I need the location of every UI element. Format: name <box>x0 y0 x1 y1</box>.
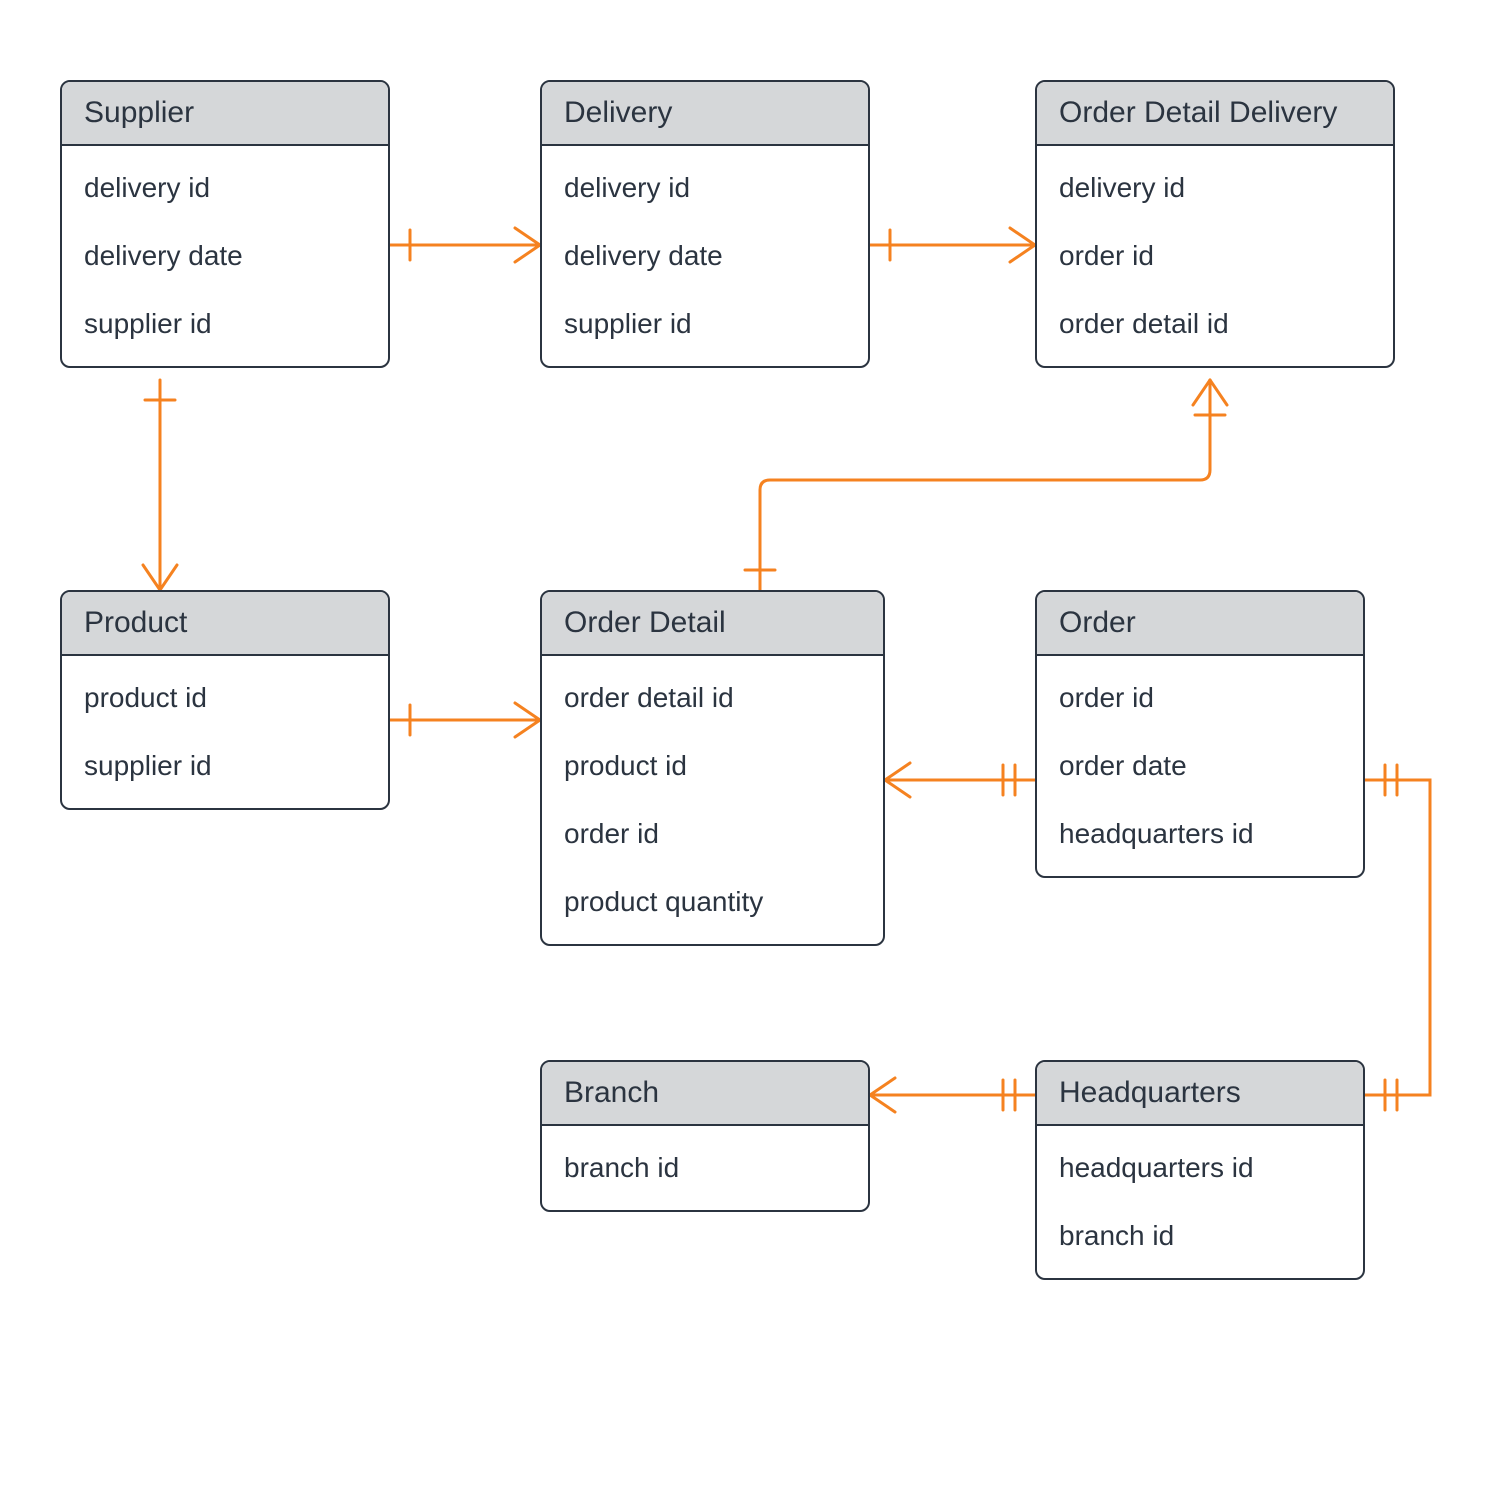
attribute: product quantity <box>542 868 883 936</box>
attribute: order id <box>1037 664 1363 732</box>
attribute: product id <box>542 732 883 800</box>
entity-title: Delivery <box>542 82 868 146</box>
entity-branch[interactable]: Branch branch id <box>540 1060 870 1212</box>
attribute: delivery date <box>542 222 868 290</box>
attribute: supplier id <box>62 290 388 358</box>
entity-title: Headquarters <box>1037 1062 1363 1126</box>
entity-body: delivery id order id order detail id <box>1037 146 1393 366</box>
attribute: order detail id <box>542 664 883 732</box>
attribute: headquarters id <box>1037 1134 1363 1202</box>
entity-body: delivery id delivery date supplier id <box>542 146 868 366</box>
entity-body: order detail id product id order id prod… <box>542 656 883 944</box>
er-diagram-canvas: Supplier delivery id delivery date suppl… <box>0 0 1500 1500</box>
entity-order[interactable]: Order order id order date headquarters i… <box>1035 590 1365 878</box>
attribute: supplier id <box>62 732 388 800</box>
attribute: order id <box>542 800 883 868</box>
entity-title: Product <box>62 592 388 656</box>
entity-order-detail[interactable]: Order Detail order detail id product id … <box>540 590 885 946</box>
entity-headquarters[interactable]: Headquarters headquarters id branch id <box>1035 1060 1365 1280</box>
attribute: supplier id <box>542 290 868 358</box>
entity-delivery[interactable]: Delivery delivery id delivery date suppl… <box>540 80 870 368</box>
entity-product[interactable]: Product product id supplier id <box>60 590 390 810</box>
attribute: delivery id <box>62 154 388 222</box>
entity-body: headquarters id branch id <box>1037 1126 1363 1278</box>
attribute: order id <box>1037 222 1393 290</box>
attribute: delivery id <box>1037 154 1393 222</box>
attribute: branch id <box>542 1134 868 1202</box>
entity-title: Order <box>1037 592 1363 656</box>
entity-title: Branch <box>542 1062 868 1126</box>
attribute: product id <box>62 664 388 732</box>
attribute: headquarters id <box>1037 800 1363 868</box>
entity-title: Supplier <box>62 82 388 146</box>
attribute: branch id <box>1037 1202 1363 1270</box>
entity-title: Order Detail Delivery <box>1037 82 1393 146</box>
attribute: order date <box>1037 732 1363 800</box>
attribute: delivery date <box>62 222 388 290</box>
entity-body: product id supplier id <box>62 656 388 808</box>
entity-body: branch id <box>542 1126 868 1210</box>
entity-title: Order Detail <box>542 592 883 656</box>
entity-body: delivery id delivery date supplier id <box>62 146 388 366</box>
entity-order-detail-delivery[interactable]: Order Detail Delivery delivery id order … <box>1035 80 1395 368</box>
attribute: delivery id <box>542 154 868 222</box>
entity-supplier[interactable]: Supplier delivery id delivery date suppl… <box>60 80 390 368</box>
attribute: order detail id <box>1037 290 1393 358</box>
entity-body: order id order date headquarters id <box>1037 656 1363 876</box>
